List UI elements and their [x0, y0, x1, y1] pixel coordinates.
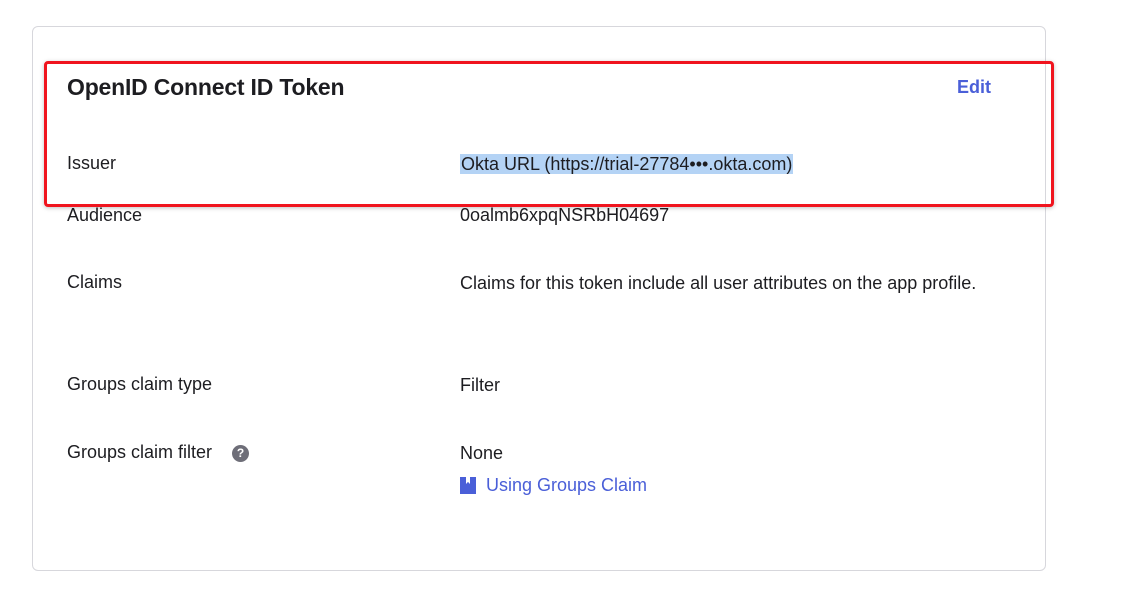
groups-claim-type-value: Filter [460, 375, 500, 395]
groups-claim-filter-label: Groups claim filter? [67, 442, 250, 463]
using-groups-claim-label: Using Groups Claim [486, 475, 648, 495]
using-groups-claim-link[interactable]: Using Groups Claim [460, 475, 647, 496]
claims-value: Claims for this token include all user a… [460, 273, 977, 293]
audience-label: Audience [67, 205, 143, 225]
groups-claim-type-label: Groups claim type [67, 374, 213, 394]
groups-claim-filter-text: Groups claim filter [67, 442, 213, 462]
claims-label: Claims [67, 272, 123, 292]
groups-claim-filter-value: None [460, 443, 504, 463]
book-icon [460, 477, 476, 494]
annotation-highlight-box [44, 61, 1054, 207]
help-icon[interactable]: ? [232, 445, 250, 462]
